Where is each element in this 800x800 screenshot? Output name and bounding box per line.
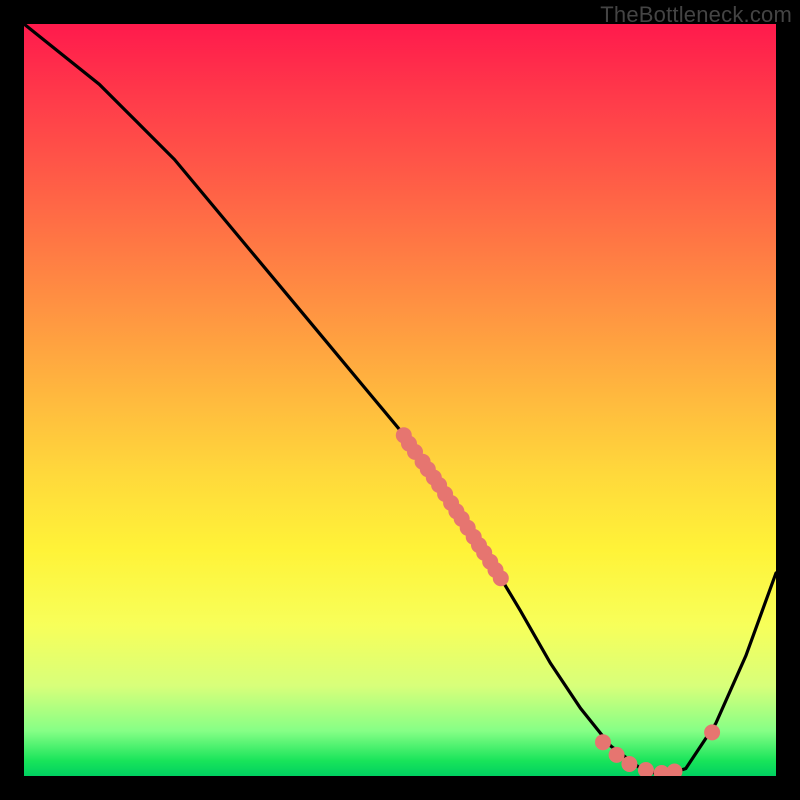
scatter-point: [667, 764, 683, 777]
scatter-point: [704, 724, 720, 740]
highlighted-points: [396, 427, 720, 776]
chart-plot-area: [24, 24, 776, 776]
scatter-point: [609, 747, 625, 763]
scatter-point: [493, 570, 509, 586]
bottleneck-curve: [24, 24, 776, 776]
scatter-point: [595, 734, 611, 750]
scatter-point: [638, 762, 654, 776]
watermark-text: TheBottleneck.com: [600, 2, 792, 28]
scatter-point: [621, 756, 637, 772]
chart-svg: [24, 24, 776, 776]
